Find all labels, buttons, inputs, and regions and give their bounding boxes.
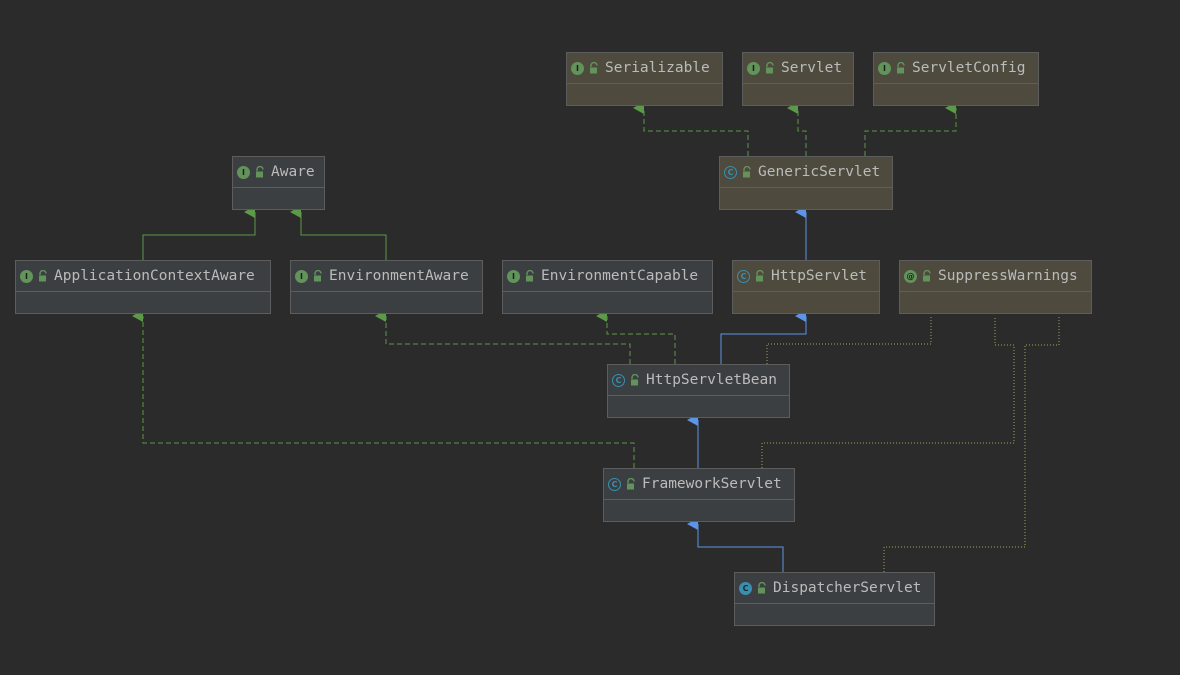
interface-icon: I [237, 165, 250, 179]
public-lock-icon [314, 270, 322, 282]
node-label: Serializable [605, 60, 710, 76]
node-serializable[interactable]: I Serializable [566, 52, 723, 106]
node-dispatcherservlet[interactable]: C DispatcherServlet [734, 572, 935, 626]
public-lock-icon [923, 270, 931, 282]
edge-genericservlet-serializable [633, 102, 749, 156]
node-label: GenericServlet [758, 164, 881, 180]
edge-frameworkservlet-suppresswarnings [761, 316, 1015, 468]
node-label: EnvironmentCapable [541, 268, 699, 284]
public-lock-icon [256, 166, 264, 178]
node-environmentcapable[interactable]: I EnvironmentCapable [502, 260, 713, 314]
public-lock-icon [631, 374, 639, 386]
public-lock-icon [897, 62, 905, 74]
node-httpservletbean[interactable]: C HttpServletBean [607, 364, 790, 418]
public-lock-icon [758, 582, 766, 594]
node-label: ServletConfig [912, 60, 1026, 76]
node-label: DispatcherServlet [773, 580, 922, 596]
node-label: Aware [271, 164, 315, 180]
node-label: EnvironmentAware [329, 268, 469, 284]
edge-genericservlet-servletconfig [864, 102, 957, 156]
node-environmentaware[interactable]: I EnvironmentAware [290, 260, 483, 314]
public-lock-icon [743, 166, 751, 178]
abstract-class-icon: C [737, 269, 750, 283]
node-label: Servlet [781, 60, 843, 76]
interface-icon: I [571, 61, 584, 75]
edge-applicationcontextaware-aware [142, 206, 256, 260]
interface-icon: I [507, 269, 520, 283]
public-lock-icon [39, 270, 47, 282]
node-httpservlet[interactable]: C HttpServlet [732, 260, 880, 314]
edge-environmentaware-aware [290, 206, 387, 260]
class-icon: C [739, 581, 752, 595]
node-label: HttpServletBean [646, 372, 777, 388]
edge-httpservletbean-environmentcapable [596, 310, 676, 364]
annotation-icon: @ [904, 269, 917, 283]
node-genericservlet[interactable]: C GenericServlet [719, 156, 893, 210]
edge-httpservletbean-suppresswarnings [766, 316, 932, 364]
node-frameworkservlet[interactable]: C FrameworkServlet [603, 468, 795, 522]
interface-icon: I [295, 269, 308, 283]
edge-httpservletbean-environmentaware [375, 310, 631, 364]
public-lock-icon [766, 62, 774, 74]
node-label: SuppressWarnings [938, 268, 1078, 284]
node-aware[interactable]: I Aware [232, 156, 325, 210]
abstract-class-icon: C [612, 373, 625, 387]
interface-icon: I [20, 269, 33, 283]
interface-icon: I [747, 61, 760, 75]
public-lock-icon [756, 270, 764, 282]
abstract-class-icon: C [608, 477, 621, 491]
edge-httpservletbean-httpservlet [720, 310, 807, 364]
public-lock-icon [627, 478, 635, 490]
node-label: HttpServlet [771, 268, 868, 284]
node-servlet[interactable]: I Servlet [742, 52, 854, 106]
node-label: FrameworkServlet [642, 476, 782, 492]
public-lock-icon [526, 270, 534, 282]
edge-genericservlet-servlet [787, 102, 807, 156]
node-suppresswarnings[interactable]: @ SuppressWarnings [899, 260, 1092, 314]
node-applicationcontextaware[interactable]: I ApplicationContextAware [15, 260, 271, 314]
node-servletconfig[interactable]: I ServletConfig [873, 52, 1039, 106]
interface-icon: I [878, 61, 891, 75]
abstract-class-icon: C [724, 165, 737, 179]
edge-dispatcherservlet-suppresswarnings [883, 316, 1060, 572]
node-label: ApplicationContextAware [54, 268, 255, 284]
public-lock-icon [590, 62, 598, 74]
edge-frameworkservlet-applicationcontextaware [132, 310, 635, 468]
edge-dispatcherservlet-frameworkservlet [687, 518, 784, 572]
